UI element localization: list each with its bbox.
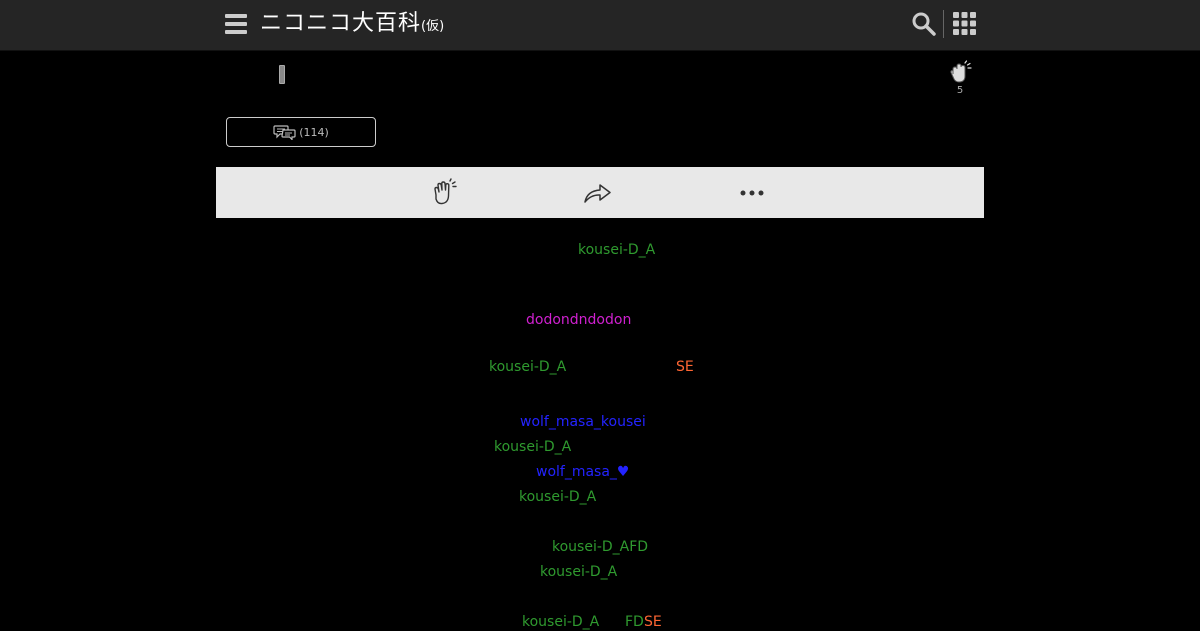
username-text[interactable]: dodondndodon <box>526 311 631 329</box>
username-text[interactable]: kousei-D_A <box>522 613 599 631</box>
search-icon[interactable] <box>911 11 937 37</box>
hamburger-menu-icon[interactable] <box>225 13 247 35</box>
username-text[interactable]: kousei-D_A <box>489 358 566 376</box>
clap-count: 5 <box>956 85 964 96</box>
username-text[interactable]: kousei-D_AFD <box>552 538 648 556</box>
username-text[interactable]: kousei-D_A <box>494 438 571 456</box>
logo-main-text: ニコニコ大百科 <box>260 11 422 36</box>
site-header: ニコニコ大百科(仮) <box>0 0 1200 51</box>
action-bar <box>216 167 984 218</box>
apps-grid-icon[interactable] <box>953 12 976 35</box>
site-logo[interactable]: ニコニコ大百科(仮) <box>260 10 444 41</box>
username-text[interactable]: kousei-D_A <box>540 563 617 581</box>
chat-bubbles-icon <box>273 125 296 140</box>
se-label: SE <box>644 614 662 630</box>
clap-button[interactable] <box>428 177 460 209</box>
share-button[interactable] <box>582 177 614 209</box>
more-dots-icon <box>740 190 764 196</box>
username-text[interactable]: wolf_masa_♥ <box>536 463 629 481</box>
slider-handle[interactable] <box>279 65 285 84</box>
logo-sub-text: (仮) <box>421 19 445 34</box>
header-divider <box>943 10 944 38</box>
comments-button[interactable]: (114) <box>226 117 376 147</box>
clap-icon <box>434 178 457 205</box>
se-label: SE <box>676 359 694 375</box>
fd-label: FD <box>625 614 644 630</box>
username-text[interactable]: wolf_masa_kousei <box>520 413 646 431</box>
username-text[interactable]: kousei-D_A <box>519 488 596 506</box>
clap-reaction-button[interactable]: 5 <box>946 60 974 98</box>
comments-count: (114) <box>299 125 329 139</box>
clap-icon <box>950 60 972 83</box>
share-arrow-icon <box>584 184 611 203</box>
username-text[interactable]: kousei-D_A <box>578 241 655 259</box>
more-options-button[interactable] <box>736 177 768 209</box>
